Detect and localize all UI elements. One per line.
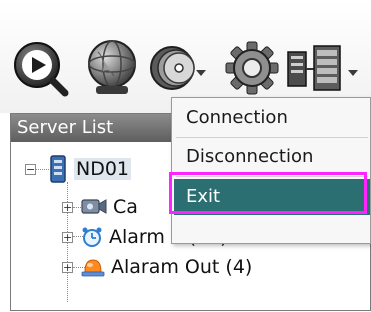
- expand-toggle[interactable]: +: [62, 261, 73, 273]
- server-rack-button[interactable]: [286, 40, 362, 98]
- menu-item-connection[interactable]: Connection: [174, 100, 370, 136]
- server-rack-icon: [287, 45, 341, 91]
- menu-item-exit[interactable]: Exit: [174, 179, 370, 215]
- tree-node-label: Ca: [113, 196, 138, 218]
- disc-stack-button[interactable]: [150, 38, 206, 98]
- menu-item-disconnection[interactable]: Disconnection: [174, 139, 370, 175]
- expand-toggle[interactable]: +: [62, 231, 73, 243]
- expand-toggle[interactable]: +: [62, 201, 73, 213]
- alarm-light-icon: [81, 257, 105, 277]
- chevron-down-icon[interactable]: [348, 70, 358, 76]
- search-play-icon: [14, 42, 69, 97]
- chevron-down-icon[interactable]: [196, 70, 206, 76]
- tree-node-alarm-out[interactable]: + Alaram Out (4): [62, 252, 252, 282]
- tree-node-label: Alaram Out (4): [111, 256, 253, 278]
- globe-button[interactable]: [80, 38, 144, 98]
- tree-node-camera[interactable]: + Ca: [62, 192, 138, 222]
- camera-icon: [81, 197, 107, 217]
- tree-node-nd01[interactable]: − ND01: [25, 154, 132, 184]
- settings-button[interactable]: [224, 38, 280, 98]
- alarm-clock-icon: [81, 226, 103, 248]
- server-icon: [48, 155, 68, 183]
- disc-stack-icon: [150, 46, 195, 90]
- search-play-button[interactable]: [10, 38, 70, 98]
- menu-separator: [176, 176, 368, 177]
- globe-icon: [88, 40, 136, 94]
- menu-separator: [176, 137, 368, 138]
- context-menu: Connection Disconnection Exit: [171, 97, 371, 244]
- collapse-toggle[interactable]: −: [25, 163, 36, 175]
- gear-icon: [225, 41, 279, 95]
- tree-node-label: ND01: [74, 158, 132, 180]
